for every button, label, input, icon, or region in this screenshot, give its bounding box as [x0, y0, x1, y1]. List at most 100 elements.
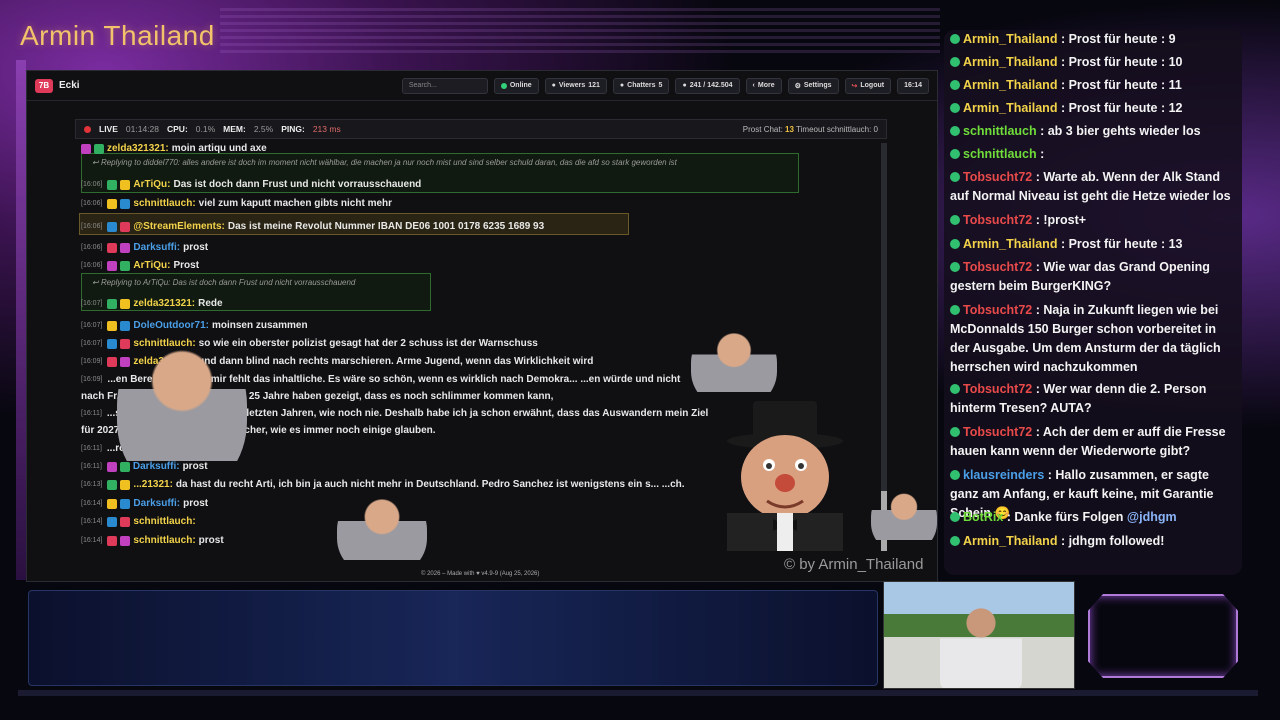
clock: 16:14 [897, 77, 929, 94]
user-badge-icon [120, 198, 131, 209]
verified-icon [950, 34, 960, 44]
stream-chat-message: Tobsucht72 : !prost+ [950, 211, 1238, 230]
messages-button[interactable]: ● 241 / 142.504 [675, 77, 740, 94]
message-timestamp: [16:14] [81, 537, 103, 544]
stream-chat-message: Armin_Thailand : Prost für heute : 13 [950, 235, 1238, 254]
logout-button[interactable]: ↪ Logout [844, 77, 892, 94]
users-icon: ● [619, 82, 625, 89]
message-text: und dann blind nach rechts marschieren. … [198, 356, 594, 367]
chat-username[interactable]: Tobsucht72 [963, 425, 1032, 439]
chat-username[interactable]: Tobsucht72 [963, 170, 1032, 184]
mem-label: MEM: [223, 124, 246, 134]
verified-icon [950, 57, 960, 67]
message-text: da hast du recht Arti, ich bin ja auch n… [175, 479, 685, 490]
viewers-button[interactable]: ● Viewers 121 [544, 77, 607, 94]
user-badge-icon [120, 338, 131, 349]
stream-chat-message: schnittlauch : [950, 145, 1238, 164]
chat-username[interactable]: schnittlauch [963, 147, 1037, 161]
chat-username[interactable]: schnittlauch [963, 124, 1037, 138]
message-text: prost [183, 498, 209, 509]
search-input[interactable]: Search... [401, 77, 488, 94]
username[interactable]: schnittlauch: [133, 198, 195, 209]
message-text: prost [198, 535, 224, 546]
username[interactable]: ArTiQu: [133, 179, 170, 190]
message-timestamp: [16:07] [81, 322, 103, 329]
chat-text: : !prost+ [1032, 213, 1087, 227]
user-badge-icon [120, 320, 131, 331]
user-badge-icon [120, 298, 131, 309]
prost-status: Prost Chat: 13 Timeout schnittlauch: 0 [742, 124, 878, 134]
user-badge-icon [107, 516, 118, 527]
streamer-image [940, 604, 1022, 688]
chat-text: : ab 3 bier gehts wieder los [1036, 124, 1201, 138]
message-text: so wie ein oberster polizist gesagt hat … [198, 338, 538, 349]
user-badge-icon [107, 298, 118, 309]
reply-context-2: ↩ Replying to ArTiQu: Das ist doch dann … [92, 278, 356, 287]
chatters-button[interactable]: ● Chatters 5 [612, 77, 670, 94]
chat-username[interactable]: Armin_Thailand [963, 534, 1057, 548]
chat-username[interactable]: BotRix [963, 510, 1003, 524]
overlay-person-image [691, 325, 777, 409]
reply-icon: ↩ [92, 278, 101, 287]
settings-button[interactable]: ⚙ Settings [787, 77, 839, 94]
user-badge-icon [107, 260, 118, 271]
message-timestamp: [16:09] [81, 376, 103, 383]
user-badge-icon [120, 535, 131, 546]
username[interactable]: Darksuffi: [133, 498, 180, 509]
username[interactable]: schnittlauch: [133, 535, 195, 546]
online-button[interactable]: Online [493, 77, 539, 94]
message-text: prost [183, 242, 209, 253]
chat-username[interactable]: Tobsucht72 [963, 382, 1032, 396]
user-badge-icon [107, 338, 118, 349]
chat-username[interactable]: Armin_Thailand [963, 237, 1057, 251]
stream-chat-panel: Armin_Thailand : Prost für heute : 9 Armi… [944, 30, 1242, 575]
username[interactable]: Darksuffi: [133, 242, 180, 253]
user-badge-icon [94, 143, 104, 154]
username[interactable]: @StreamElements: [133, 221, 224, 232]
verified-icon [950, 470, 960, 480]
verified-icon [950, 149, 960, 159]
ping-label: PING: [281, 124, 305, 134]
chat-username[interactable]: Tobsucht72 [963, 260, 1032, 274]
viewers-count: 121 [588, 82, 600, 89]
chat-username[interactable]: Armin_Thailand [963, 78, 1057, 92]
chat-username[interactable]: Armin_Thailand [963, 32, 1057, 46]
verified-icon [950, 427, 960, 437]
chat-app-window: 7B Ecki Search... Online ● Viewers 121 ● Ch… [26, 70, 938, 582]
live-icon [84, 125, 91, 133]
chat-username[interactable]: Tobsucht72 [963, 303, 1032, 317]
username[interactable]: DoleOutdoor71: [133, 320, 209, 331]
message-timestamp: [16:06] [81, 181, 103, 188]
app-header: 7B Ecki Search... Online ● Viewers 121 ● Ch… [27, 71, 937, 101]
message-text: Das ist doch dann Frust und nicht vorrau… [173, 179, 422, 190]
cartoon-gentleman-image [707, 401, 863, 551]
user-badge-icon [107, 242, 118, 253]
stream-chat-message: schnittlauch : ab 3 bier gehts wieder lo… [950, 122, 1238, 141]
username[interactable]: zelda321321: [133, 298, 195, 309]
chat-text: : Prost für heute : 11 [1057, 78, 1182, 92]
webcam-feed [883, 581, 1075, 689]
overlay-person-image [117, 333, 247, 493]
message-timestamp: [16:09] [81, 358, 103, 365]
user-badge-icon [120, 516, 131, 527]
chat-username[interactable]: klausreinders [963, 468, 1044, 482]
chat-username[interactable]: Armin_Thailand [963, 55, 1057, 69]
verified-icon [950, 512, 960, 522]
more-button[interactable]: ‹ More [745, 77, 782, 94]
ping-value: 213 ms [312, 124, 341, 134]
chat-username[interactable]: Armin_Thailand [963, 101, 1057, 115]
user-badge-icon [120, 260, 131, 271]
bottom-strip [18, 690, 1258, 696]
reply-context: ↩ Replying to diddel770: alles andere is… [92, 158, 677, 167]
username[interactable]: schnittlauch: [133, 516, 195, 527]
message-timestamp: [16:14] [81, 500, 103, 507]
chat-text: : Danke fürs Folgen [1003, 510, 1127, 524]
chat-mention[interactable]: @jdhgm [1127, 510, 1177, 524]
chat-username[interactable]: Tobsucht72 [963, 213, 1032, 227]
channel-title: Armin Thailand [20, 20, 215, 51]
app-logo: 7B [35, 78, 53, 93]
username[interactable]: ArTiQu: [133, 260, 170, 271]
bottom-overlay-bar [28, 590, 878, 686]
message-timestamp: [16:06] [81, 262, 103, 269]
username[interactable]: zelda321321: [107, 143, 169, 154]
